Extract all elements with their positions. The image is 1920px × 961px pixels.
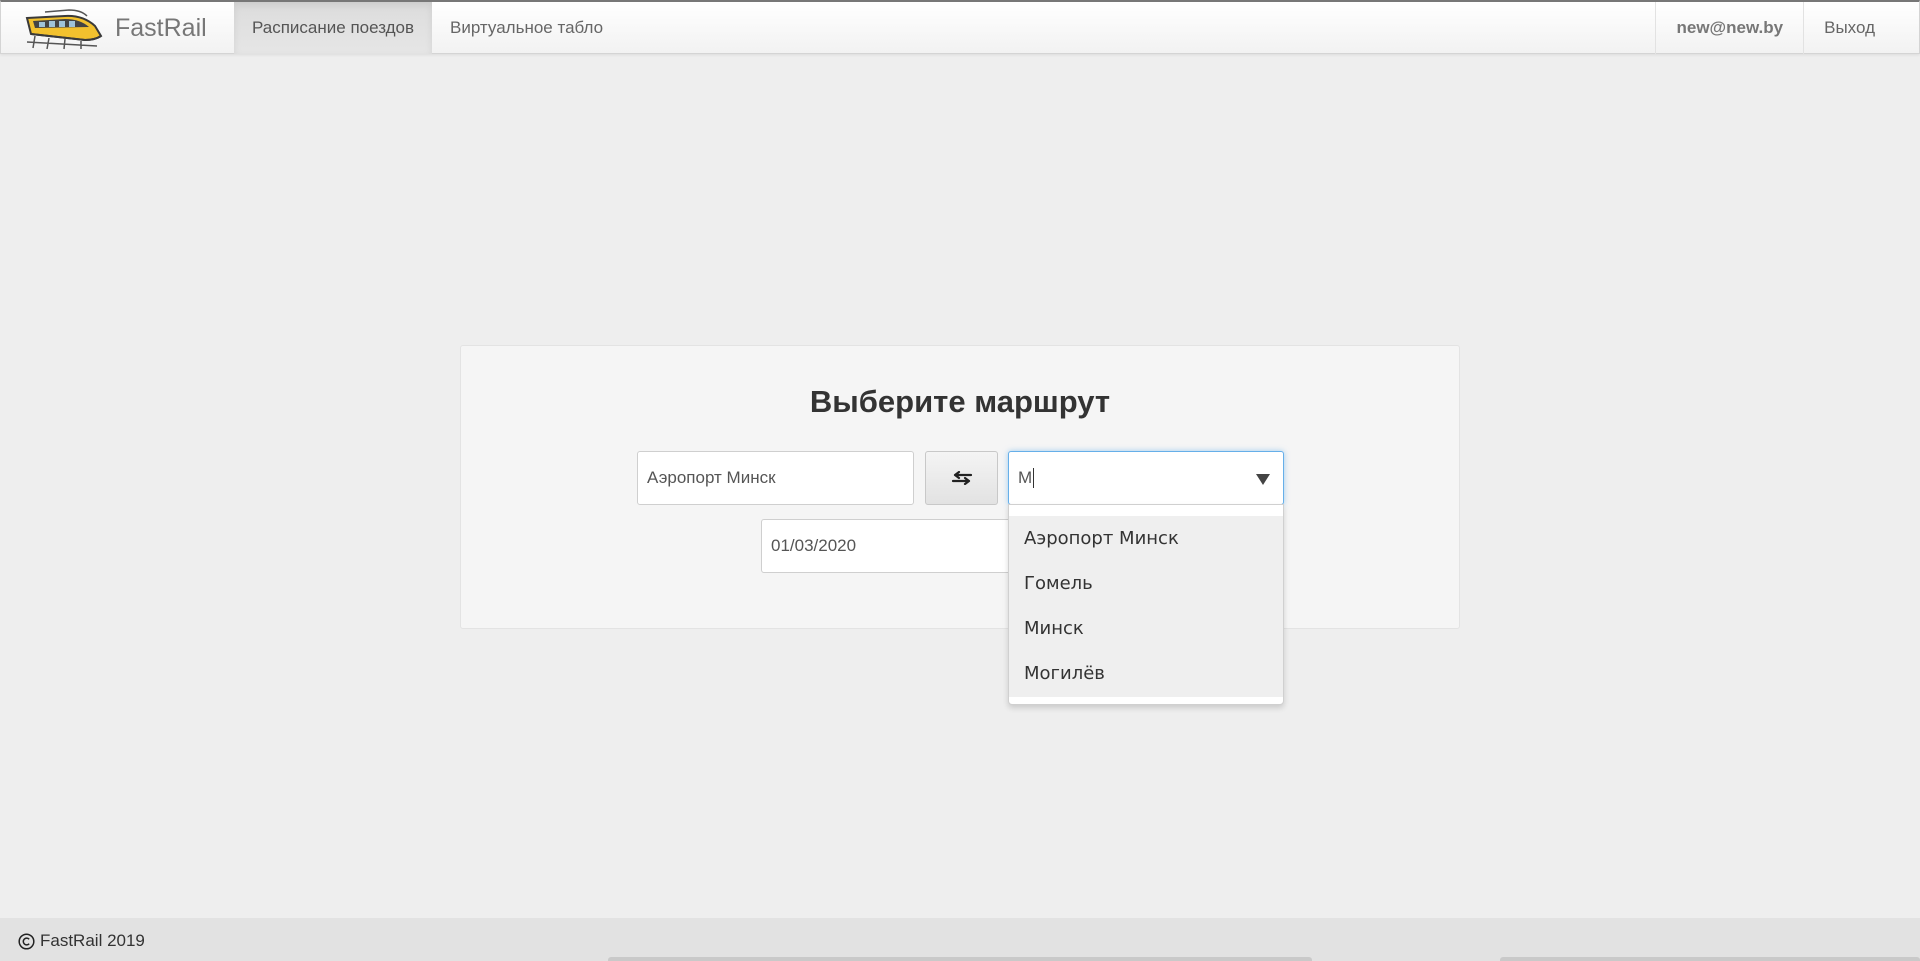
train-logo-icon xyxy=(25,9,103,50)
copyright-icon xyxy=(18,932,35,950)
user-email-link[interactable]: new@new.by xyxy=(1655,2,1803,54)
dropdown-option-gomel[interactable]: Гомель xyxy=(1009,561,1283,606)
date-value: 01/03/2020 xyxy=(771,536,857,555)
route-panel: Выберите маршрут Аэропорт Минск М 01/03/… xyxy=(460,345,1460,629)
to-station-value: М xyxy=(1018,468,1033,487)
logout-link[interactable]: Выход xyxy=(1803,2,1919,54)
brand-name: FastRail xyxy=(115,13,207,42)
top-navbar: FastRail Расписание поездов Виртуальное … xyxy=(0,0,1920,54)
caret-down-icon[interactable] xyxy=(1256,474,1270,485)
horizontal-scrollbar[interactable] xyxy=(608,957,1312,961)
user-nav: new@new.by Выход xyxy=(1655,2,1919,54)
horizontal-scrollbar-secondary[interactable] xyxy=(1500,957,1920,961)
nav-item-virtual-board[interactable]: Виртуальное табло xyxy=(432,2,621,54)
station-dropdown-list: Аэропорт Минск Гомель Минск Могилёв xyxy=(1009,516,1283,697)
page-title: Выберите маршрут xyxy=(809,384,1111,419)
footer: FastRail 2019 xyxy=(0,918,1920,961)
dropdown-option-mogilev[interactable]: Могилёв xyxy=(1009,651,1283,696)
to-station-input[interactable]: М xyxy=(1008,451,1284,505)
footer-text: FastRail 2019 xyxy=(40,931,145,950)
text-cursor xyxy=(1033,468,1035,488)
station-dropdown: Аэропорт Минск Гомель Минск Могилёв xyxy=(1008,504,1284,705)
nav-item-schedule[interactable]: Расписание поездов xyxy=(234,2,433,54)
dropdown-option-airport-minsk[interactable]: Аэропорт Минск xyxy=(1009,516,1283,561)
footer-copyright: FastRail 2019 xyxy=(18,931,145,951)
date-input[interactable]: 01/03/2020 xyxy=(761,519,1011,573)
from-station-value: Аэропорт Минск xyxy=(647,468,776,487)
dropdown-option-minsk[interactable]: Минск xyxy=(1009,606,1283,651)
swap-stations-button[interactable] xyxy=(925,451,998,505)
brand-link[interactable]: FastRail xyxy=(25,2,207,54)
swap-arrows-icon xyxy=(951,471,972,485)
from-station-input[interactable]: Аэропорт Минск xyxy=(637,451,914,505)
main-nav: Расписание поездов Виртуальное табло xyxy=(234,2,621,54)
